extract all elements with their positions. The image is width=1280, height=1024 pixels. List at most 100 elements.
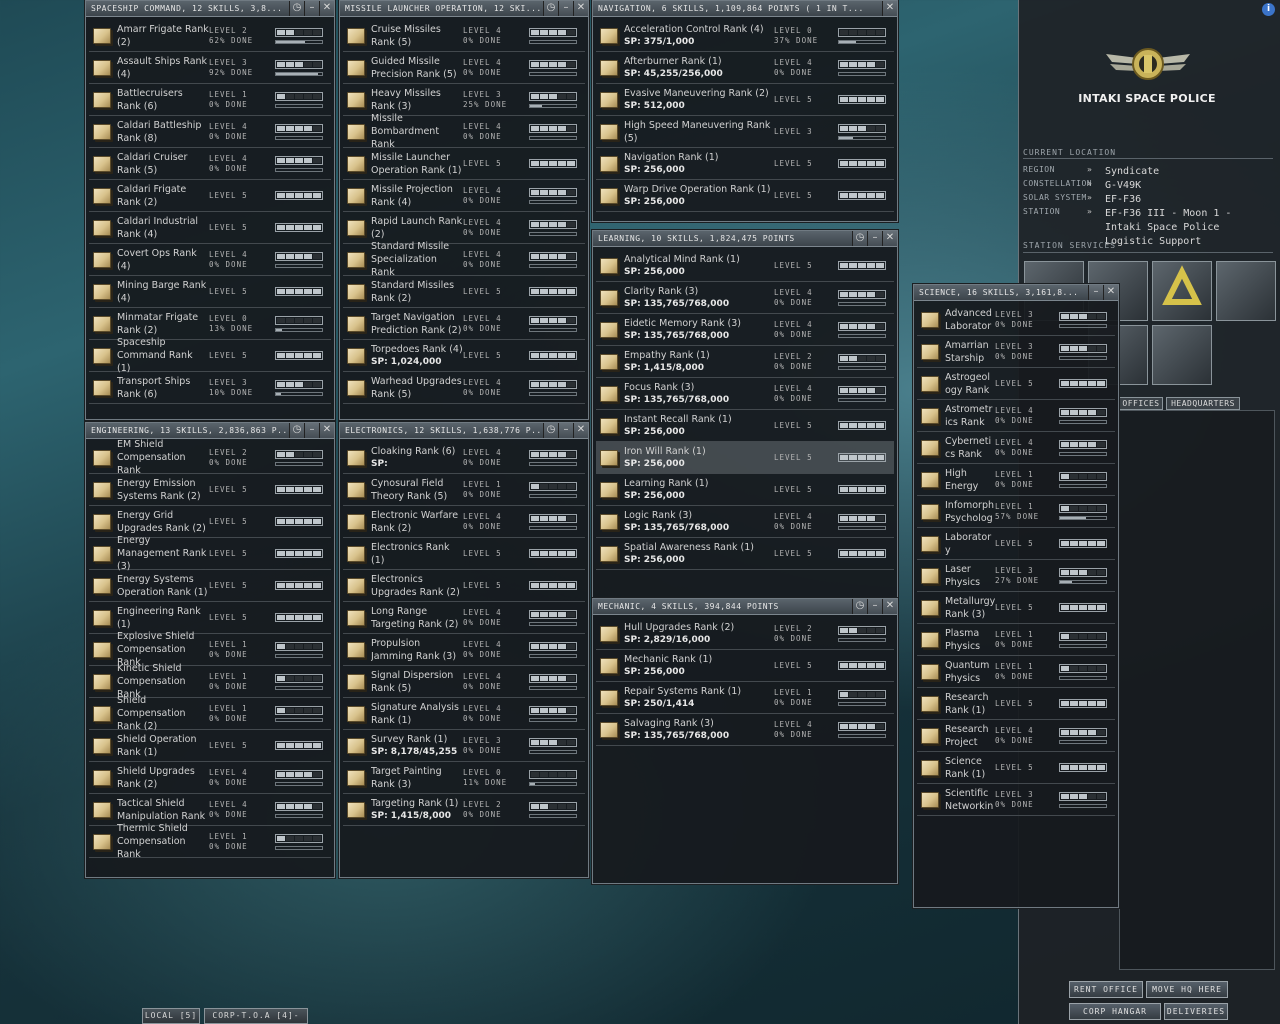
skill-row[interactable]: Targeting Rank (1) SP: 1,415/8,000 LEVEL 2… <box>343 794 585 826</box>
skill-row[interactable]: Warhead Upgrades Rank (5) LEVEL 4 0% DONE <box>343 372 585 404</box>
window-titlebar[interactable]: ENGINEERING, 13 SKILLS, 2,836,863 P... ◷… <box>86 423 334 439</box>
skill-row[interactable]: EM Shield Compensation Rank LEVEL 2 0% DON… <box>89 439 331 476</box>
skill-row[interactable]: Science Rank (1) LEVEL 5 <box>917 752 1115 784</box>
close-button[interactable]: ✕ <box>319 1 334 16</box>
skill-row[interactable]: Signature Analysis Rank (1) LEVEL 4 0% DON… <box>343 698 585 730</box>
skill-row[interactable]: Propulsion Jamming Rank (3) LEVEL 4 0% DON… <box>343 634 585 666</box>
skill-row[interactable]: Cloaking Rank (6) SP: LEVEL 4 0% DONE <box>343 442 585 474</box>
close-button[interactable]: ✕ <box>573 423 588 438</box>
tab-headquarters[interactable]: HEADQUARTERS <box>1166 397 1240 410</box>
skill-row[interactable]: Logic Rank (3) SP: 135,765/768,000 LEVEL 4… <box>596 506 894 538</box>
skill-row[interactable]: Energy Emission Systems Rank (2) LEVEL 5 <box>89 474 331 506</box>
skill-row[interactable]: Repair Systems Rank (1) SP: 250/1,414 LEVE… <box>596 682 894 714</box>
engineering-window[interactable]: ENGINEERING, 13 SKILLS, 2,836,863 P... ◷… <box>85 422 335 878</box>
skill-row[interactable]: Caldari Industrial Rank (4) LEVEL 5 <box>89 212 331 244</box>
skill-row[interactable]: Salvaging Rank (3) SP: 135,765/768,000 LEV… <box>596 714 894 746</box>
pin-icon[interactable]: ◷ <box>289 1 304 16</box>
skill-row[interactable]: Astrogeol ogy Rank LEVEL 5 <box>917 368 1115 400</box>
window-titlebar[interactable]: LEARNING, 10 SKILLS, 1,824,475 POINTS ◷ … <box>593 231 897 247</box>
station-service-fitting-icon[interactable] <box>1152 325 1212 385</box>
pin-icon[interactable]: ◷ <box>543 1 558 16</box>
info-icon[interactable]: i <box>1262 3 1275 16</box>
window-titlebar[interactable]: SCIENCE, 16 SKILLS, 3,161,8... – ✕ <box>914 285 1118 301</box>
skill-row[interactable]: Instant Recall Rank (1) SP: 256,000 LEVEL … <box>596 410 894 442</box>
skill-row[interactable]: Caldari Frigate Rank (2) LEVEL 5 <box>89 180 331 212</box>
navigation-window[interactable]: NAVIGATION, 6 SKILLS, 1,109,864 POINTS (… <box>592 0 898 222</box>
mechanic-window[interactable]: MECHANIC, 4 SKILLS, 394,844 POINTS ◷ – ✕… <box>592 598 898 884</box>
skill-row[interactable]: Laser Physics LEVEL 3 27% DONE <box>917 560 1115 592</box>
skill-row[interactable]: Shield Compensation Rank (2) LEVEL 1 0% DO… <box>89 695 331 732</box>
skill-row[interactable]: Mechanic Rank (1) SP: 256,000 LEVEL 5 <box>596 650 894 682</box>
skill-row[interactable]: Transport Ships Rank (6) LEVEL 3 10% DONE <box>89 372 331 404</box>
corp-hangar-button[interactable]: CORP HANGAR <box>1069 1003 1161 1020</box>
pin-icon[interactable]: ◷ <box>852 231 867 246</box>
skill-row[interactable]: Research Project LEVEL 4 0% DONE <box>917 720 1115 752</box>
skill-row[interactable]: Quantum Physics LEVEL 1 0% DONE <box>917 656 1115 688</box>
skill-row[interactable]: Scientific Networkin LEVEL 3 0% DONE <box>917 784 1115 816</box>
spaceship-command-window[interactable]: SPACESHIP COMMAND, 12 SKILLS, 3,8... ◷ –… <box>85 0 335 420</box>
skill-row[interactable]: Metallurgy Rank (3) LEVEL 5 <box>917 592 1115 624</box>
rent-office-button[interactable]: RENT OFFICE <box>1069 981 1143 998</box>
skill-row[interactable]: Research Rank (1) LEVEL 5 <box>917 688 1115 720</box>
skill-row[interactable]: Laborator y LEVEL 5 <box>917 528 1115 560</box>
skill-row[interactable]: Missile Projection Rank (4) LEVEL 4 0% DON… <box>343 180 585 212</box>
skill-row[interactable]: Spaceship Command Rank (1) LEVEL 5 <box>89 337 331 374</box>
skill-row[interactable]: Long Range Targeting Rank (2) LEVEL 4 0% D… <box>343 602 585 634</box>
skill-row[interactable]: Warp Drive Operation Rank (1) SP: 256,000… <box>596 180 894 212</box>
skill-row[interactable]: High Speed Maneuvering Rank (5) LEVEL 3 <box>596 116 894 148</box>
skill-row[interactable]: Energy Management Rank (3) LEVEL 5 <box>89 535 331 572</box>
skill-row[interactable]: Hull Upgrades Rank (2) SP: 2,829/16,000 LE… <box>596 618 894 650</box>
window-titlebar[interactable]: SPACESHIP COMMAND, 12 SKILLS, 3,8... ◷ –… <box>86 1 334 17</box>
constellation-value[interactable]: G-V49K <box>1105 179 1265 193</box>
close-button[interactable]: ✕ <box>882 599 897 614</box>
close-button[interactable]: ✕ <box>1103 285 1118 300</box>
skill-row[interactable]: Standard Missiles Rank (2) LEVEL 5 <box>343 276 585 308</box>
skill-row[interactable]: Torpedoes Rank (4) SP: 1,024,000 LEVEL 5 <box>343 340 585 372</box>
skill-row[interactable]: Analytical Mind Rank (1) SP: 256,000 LEVEL… <box>596 250 894 282</box>
skill-row[interactable]: Empathy Rank (1) SP: 1,415/8,000 LEVEL 2 0%… <box>596 346 894 378</box>
window-titlebar[interactable]: ELECTRONICS, 12 SKILLS, 1,638,776 P... ◷… <box>340 423 588 439</box>
close-button[interactable]: ✕ <box>882 1 897 16</box>
skill-row[interactable]: Advanced Laborator LEVEL 3 0% DONE <box>917 304 1115 336</box>
close-button[interactable]: ✕ <box>573 1 588 16</box>
skill-row[interactable]: Caldari Battleship Rank (8) LEVEL 4 0% DON… <box>89 116 331 148</box>
skill-row[interactable]: Navigation Rank (1) SP: 256,000 LEVEL 5 <box>596 148 894 180</box>
skill-row[interactable]: Learning Rank (1) SP: 256,000 LEVEL 5 <box>596 474 894 506</box>
skill-row[interactable]: Target Painting Rank (3) LEVEL 0 11% DONE <box>343 762 585 794</box>
skill-row[interactable]: Electronics Rank (1) LEVEL 5 <box>343 538 585 570</box>
learning-window[interactable]: LEARNING, 10 SKILLS, 1,824,475 POINTS ◷ … <box>592 230 898 600</box>
skill-row[interactable]: Missile Bombardment Rank LEVEL 4 0% DONE <box>343 113 585 150</box>
minimize-button[interactable]: – <box>304 423 319 438</box>
skill-row[interactable]: Amarr Frigate Rank (2) LEVEL 2 62% DONE <box>89 20 331 52</box>
close-button[interactable]: ✕ <box>882 231 897 246</box>
minimize-button[interactable]: – <box>867 599 882 614</box>
pin-icon[interactable]: ◷ <box>852 599 867 614</box>
window-titlebar[interactable]: MECHANIC, 4 SKILLS, 394,844 POINTS ◷ – ✕ <box>593 599 897 615</box>
skill-row[interactable]: Shield Upgrades Rank (2) LEVEL 4 0% DONE <box>89 762 331 794</box>
skill-row[interactable]: Shield Operation Rank (1) LEVEL 5 <box>89 730 331 762</box>
skill-row[interactable]: Missile Launcher Operation Rank (1) LEVEL… <box>343 148 585 180</box>
window-titlebar[interactable]: NAVIGATION, 6 SKILLS, 1,109,864 POINTS (… <box>593 1 897 17</box>
station-service-market-icon[interactable] <box>1216 261 1276 321</box>
minimize-button[interactable]: – <box>558 1 573 16</box>
window-titlebar[interactable]: MISSILE LAUNCHER OPERATION, 12 SKI... ◷ … <box>340 1 588 17</box>
skill-row[interactable]: Guided Missile Precision Rank (5) LEVEL 4… <box>343 52 585 84</box>
skill-row[interactable]: Electronics Upgrades Rank (2) LEVEL 5 <box>343 570 585 602</box>
skill-row[interactable]: Afterburner Rank (1) SP: 45,255/256,000 LE… <box>596 52 894 84</box>
station-value[interactable]: EF-F36 III - Moon 1 - Intaki Space Polic… <box>1105 207 1265 249</box>
skill-row[interactable]: Plasma Physics LEVEL 1 0% DONE <box>917 624 1115 656</box>
skill-row[interactable]: Amarrian Starship LEVEL 3 0% DONE <box>917 336 1115 368</box>
skill-row[interactable]: Clarity Rank (3) SP: 135,765/768,000 LEVEL… <box>596 282 894 314</box>
skill-row[interactable]: High Energy LEVEL 1 0% DONE <box>917 464 1115 496</box>
deliveries-button[interactable]: DELIVERIES <box>1164 1003 1228 1020</box>
tab-offices[interactable]: OFFICES <box>1119 397 1163 410</box>
skill-row[interactable]: Battlecruisers Rank (6) LEVEL 1 0% DONE <box>89 84 331 116</box>
pin-icon[interactable]: ◷ <box>543 423 558 438</box>
skill-row[interactable]: Iron Will Rank (1) SP: 256,000 LEVEL 5 <box>596 442 894 474</box>
skill-row[interactable]: Infomorph Psycholog LEVEL 1 57% DONE <box>917 496 1115 528</box>
skill-row[interactable]: Electronic Warfare Rank (2) LEVEL 4 0% DON… <box>343 506 585 538</box>
region-value[interactable]: Syndicate <box>1105 165 1265 179</box>
skill-row[interactable]: Cruise Missiles Rank (5) LEVEL 4 0% DONE <box>343 20 585 52</box>
close-button[interactable]: ✕ <box>319 423 334 438</box>
skill-row[interactable]: Eidetic Memory Rank (3) SP: 135,765/768,0… <box>596 314 894 346</box>
